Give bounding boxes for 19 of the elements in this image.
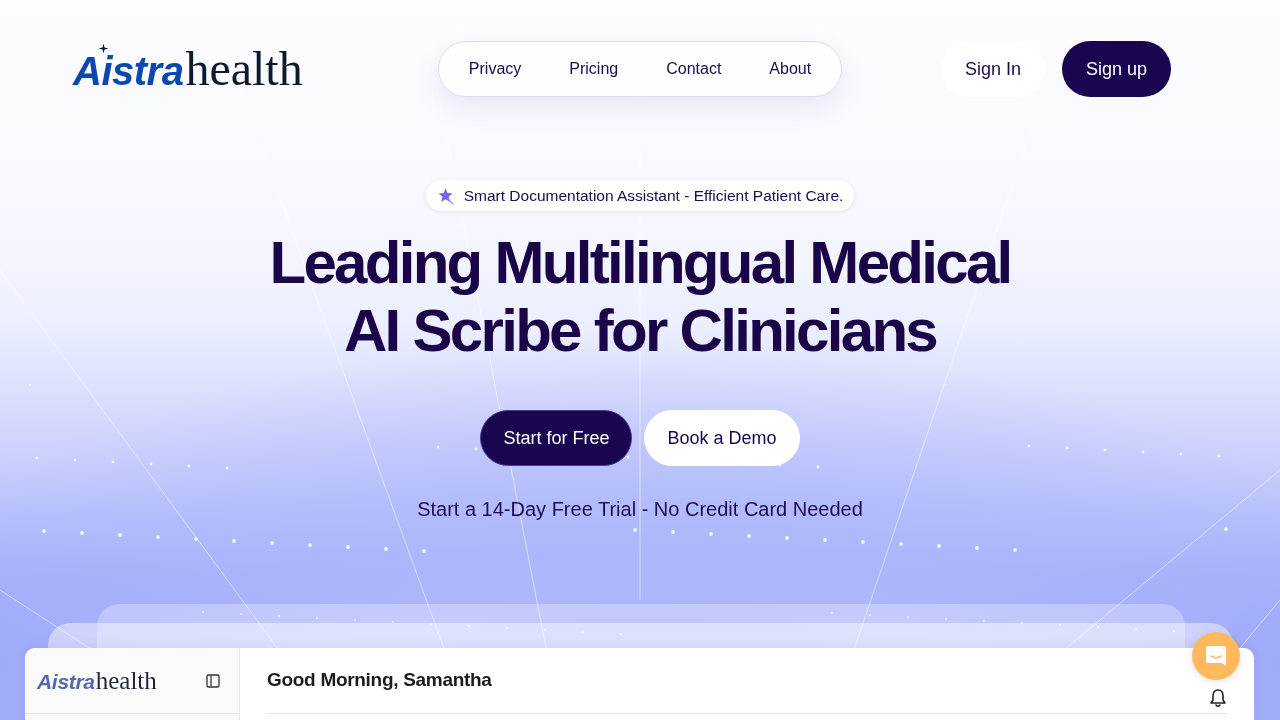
sidebar-toggle-icon[interactable] [206,673,220,688]
nav-link[interactable]: Pricing [569,57,619,81]
bell-icon[interactable] [1209,687,1227,708]
trial-note: Start a 14-Day Free Trial - No Credit Card Needed [417,497,863,521]
nav-link[interactable]: Contact [666,57,722,81]
chat-bubble-icon [1204,644,1228,668]
brand-logo[interactable]: Aistrahealth [37,668,157,693]
greeting-heading: Good Morning, Samantha [267,669,492,692]
sparkle-icon [98,43,109,54]
nav-link[interactable]: About [769,57,812,81]
sign-in-button[interactable]: Sign In [940,41,1045,97]
sign-up-button[interactable]: Sign up [1061,41,1171,97]
star-wand-icon [436,186,455,205]
start-free-button[interactable]: Start for Free [480,410,633,466]
hero-headline: Leading Multilingual Medical AI Scribe for Clinicians [269,229,1011,365]
book-demo-button[interactable]: Book a Demo [644,410,800,466]
tagline-text: Smart Documentation Assistant - Efficient Patient Care. [463,185,844,206]
nav-link[interactable]: Privacy [468,57,522,81]
brand-logo[interactable]: Aistrahealth [73,45,303,93]
